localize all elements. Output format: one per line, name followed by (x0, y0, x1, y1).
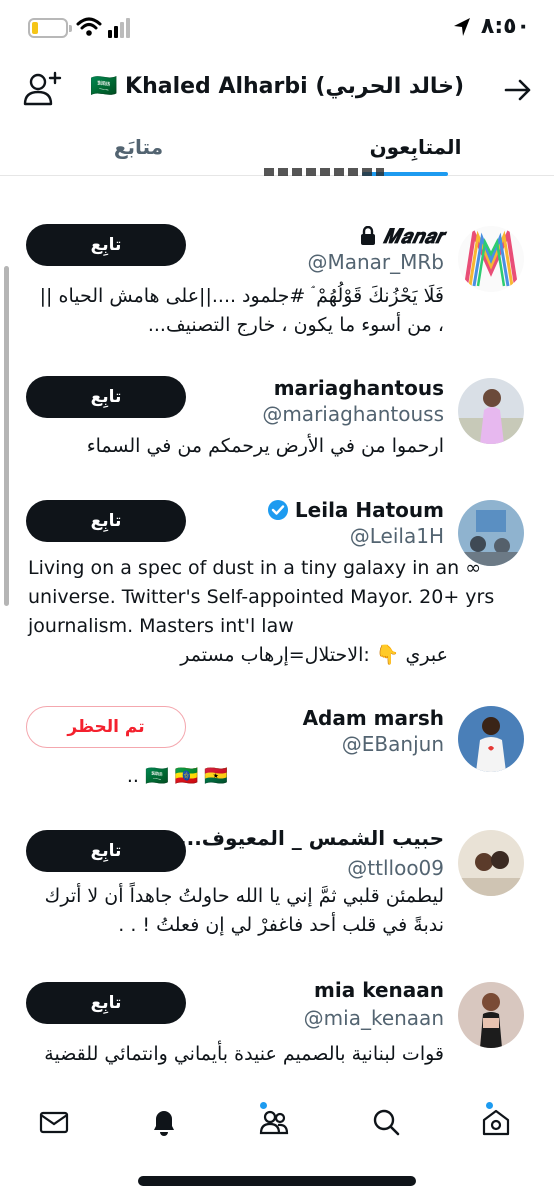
battery-icon (28, 18, 72, 38)
blocked-button[interactable]: تم الحظر (26, 706, 186, 748)
status-bar: ٨:٥٠ (0, 0, 554, 62)
follow-button[interactable]: تابِع (26, 830, 186, 872)
user-handle: @mariaghantouss (262, 402, 444, 426)
profile-name: Khaled Alharbi (خالد الحربي) (125, 74, 465, 99)
avatar[interactable] (458, 830, 524, 896)
notifications-icon[interactable] (148, 1106, 180, 1138)
add-user-icon[interactable] (22, 70, 64, 108)
avatar[interactable] (458, 706, 524, 772)
user-bio: قوات لبنانية بالصميم عنيدة بأيماني وانتم… (44, 1043, 444, 1065)
list-item[interactable]: mariaghantous @mariaghantouss تابِع ارحم… (0, 372, 554, 482)
user-name: Leila Hatoum (294, 498, 444, 522)
signal-icon (108, 18, 130, 38)
avatar[interactable] (458, 226, 524, 292)
user-name: 𝑴𝒂𝒏𝒂𝒓 (382, 224, 444, 248)
user-handle: @EBanjun (341, 732, 444, 756)
list-item[interactable]: Adam marsh @EBanjun تم الحظر 🇸🇦 🇪🇹 🇬🇭 .. (0, 704, 554, 814)
user-bio-arabic: عبري 👇 :الاحتلال=إرهاب مستمر (180, 644, 448, 666)
list-item[interactable]: حبيب الشمس _ المعيوف..... @ttlloo09 تابِ… (0, 826, 554, 956)
communities-icon[interactable] (258, 1106, 290, 1138)
avatar[interactable] (458, 378, 524, 444)
verified-badge-icon (267, 500, 288, 520)
user-handle: @mia_kenaan (303, 1006, 444, 1030)
avatar[interactable] (458, 982, 524, 1048)
follow-button[interactable]: تابِع (26, 982, 186, 1024)
home-indicator (138, 1176, 416, 1186)
user-name-line: 𝑴𝒂𝒏𝒂𝒓 (359, 224, 444, 248)
home-icon[interactable] (480, 1106, 512, 1138)
saudi-flag-icon: 🇸🇦 (89, 74, 118, 99)
follow-button[interactable]: تابِع (26, 376, 186, 418)
mail-icon[interactable] (38, 1106, 70, 1138)
profile-header: 🇸🇦 Khaled Alharbi (خالد الحربي) (0, 62, 554, 118)
user-handle: @Leila1H (349, 524, 444, 548)
follow-button[interactable]: تابِع (26, 224, 186, 266)
user-bio: Living on a spec of dust in a tiny galax… (28, 557, 495, 637)
user-name-line: حبيب الشمس _ المعيوف..... (164, 826, 444, 850)
search-icon[interactable] (370, 1106, 402, 1138)
user-name-line: mia kenaan (314, 978, 444, 1002)
user-bio: فَلَا يَحْزُنكَ قَوْلُهُمْ ۘ #جلمود ....… (39, 285, 444, 336)
follow-button[interactable]: تابِع (26, 500, 186, 542)
user-bio: 🇸🇦 🇪🇹 🇬🇭 .. (126, 765, 228, 787)
user-name: mariaghantous (273, 376, 444, 400)
location-arrow-icon (454, 18, 470, 36)
list-item[interactable]: mia kenaan @mia_kenaan تابِع قوات لبناني… (0, 978, 554, 1094)
user-name: حبيب الشمس _ المعيوف..... (163, 826, 444, 850)
list-item[interactable]: Leila Hatoum @Leila1H تابِع Living on a … (0, 496, 554, 686)
user-name-line: Adam marsh (303, 706, 444, 730)
user-bio: ارحموا من في الأرض يرحمكم من في السماء (86, 435, 444, 457)
page-title: 🇸🇦 Khaled Alharbi (خالد الحربي) (70, 74, 484, 99)
user-name-line: Leila Hatoum (267, 498, 444, 522)
user-handle: @ttlloo09 (347, 856, 444, 880)
list-item[interactable]: 𝑴𝒂𝒏𝒂𝒓 @Manar_MRb تابِع فَلَا يَحْزُنكَ ق… (0, 200, 554, 360)
wifi-icon (76, 17, 102, 36)
user-bio: ليطمئن قلبي ثمَّ إني يا الله حاولتُ جاهد… (44, 885, 444, 936)
user-name: Adam marsh (302, 706, 444, 730)
status-time: ٨:٥٠ (480, 14, 530, 39)
back-arrow-icon[interactable] (504, 76, 532, 104)
user-handle: @Manar_MRb (307, 250, 444, 274)
user-name-line: mariaghantous (274, 376, 444, 400)
lock-icon (360, 226, 375, 245)
user-name: mia kenaan (314, 978, 444, 1002)
clipped-bio-text (204, 168, 404, 182)
